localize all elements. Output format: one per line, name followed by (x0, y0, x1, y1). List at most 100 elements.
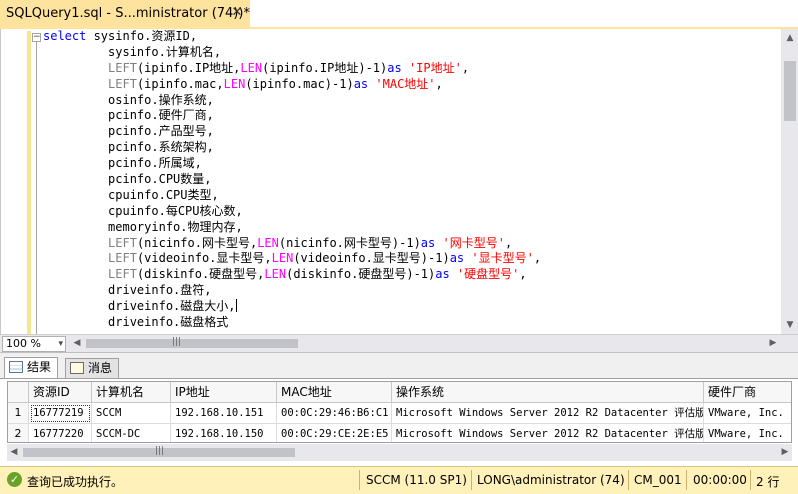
code-token: LEFT (108, 251, 137, 266)
success-check-icon: ✓ (7, 472, 22, 487)
scroll-left-icon[interactable]: ◀ (7, 444, 21, 461)
table-cell[interactable]: VMware, Inc. (704, 424, 791, 442)
table-cell[interactable]: SCCM (92, 403, 171, 424)
code-token: cpuinfo.每CPU核心数, (43, 203, 243, 218)
column-header[interactable]: 资源ID (29, 382, 92, 403)
grid-corner[interactable] (8, 382, 29, 403)
status-rows: 2 行 (756, 475, 780, 489)
code-token: as (449, 251, 472, 266)
table-row[interactable]: 1 16777219 SCCM 192.168.10.151 00:0C:29:46:B… (8, 403, 791, 424)
code-line[interactable]: pcinfo.硬件厂商, (43, 108, 779, 124)
code-token: osinfo.操作系统, (43, 92, 214, 107)
column-header[interactable]: MAC地址 (277, 382, 392, 403)
close-icon[interactable]: ✕ (229, 5, 245, 21)
status-user: LONG\administrator (74) (477, 473, 625, 487)
code-line[interactable]: LEFT(ipinfo.mac,LEN(ipinfo.mac)-1)as 'MA… (43, 77, 779, 93)
code-line[interactable]: pcinfo.系统架构, (43, 140, 779, 156)
editor-horizontal-scrollbar[interactable]: ◀ ||| ▶ (70, 335, 780, 352)
code-line[interactable]: cpuinfo.CPU类型, (43, 188, 779, 204)
table-cell[interactable]: VMware, Inc. (704, 403, 791, 424)
scroll-right-icon[interactable]: ▶ (766, 335, 780, 352)
chevron-down-icon[interactable]: ▾ (58, 337, 63, 351)
code-line[interactable]: driveinfo.磁盘大小, (43, 299, 779, 315)
code-line[interactable]: sysinfo.计算机名, (43, 45, 779, 61)
outline-line (36, 42, 37, 334)
code-token: , (504, 235, 513, 250)
code-line[interactable]: LEFT(nicinfo.网卡型号,LEN(nicinfo.网卡型号)-1)as… (43, 236, 779, 252)
code-token: cpuinfo.CPU类型, (43, 187, 219, 202)
code-token: pcinfo.CPU数量, (43, 172, 212, 187)
table-cell[interactable]: 00:0C:29:CE:2E:E5 (277, 424, 392, 442)
code-line[interactable]: pcinfo.产品型号, (43, 124, 779, 140)
tab-sqlquery1[interactable]: SQLQuery1.sql - S...ministrator (74))* ✕ (0, 0, 250, 29)
scroll-thumb[interactable]: ||| (23, 446, 295, 457)
code-token: (ipinfo.mac, (136, 76, 224, 91)
message-icon (70, 362, 84, 374)
code-token: , (519, 267, 527, 282)
tab-results[interactable]: 结果 (4, 357, 59, 379)
table-cell[interactable]: SCCM-DC (92, 424, 171, 442)
table-cell[interactable]: Microsoft Windows Server 2012 R2 Datacen… (392, 403, 704, 424)
row-number[interactable]: 1 (8, 403, 29, 424)
table-row[interactable]: 2 16777220 SCCM-DC 192.168.10.150 00:0C:29:C… (8, 424, 791, 442)
code-line[interactable]: LEFT(videoinfo.显卡型号,LEN(videoinfo.显卡型号)-… (43, 251, 779, 267)
table-cell[interactable]: 192.168.10.150 (171, 424, 277, 442)
code-token: as (353, 76, 376, 91)
code-token: as (387, 60, 409, 75)
grip-icon: ||| (155, 446, 165, 456)
scroll-thumb[interactable] (784, 61, 796, 121)
scroll-up-icon[interactable]: ▲ (781, 29, 798, 47)
code-token: LEFT (108, 76, 137, 91)
zoom-select[interactable]: 100 % ▾ (2, 336, 66, 352)
code-token: LEFT (108, 267, 137, 282)
column-header[interactable]: IP地址 (171, 382, 277, 403)
code-token: select (43, 29, 94, 43)
grid-header-row: 资源ID 计算机名 IP地址 MAC地址 操作系统 硬件厂商 (8, 382, 791, 403)
code-line[interactable]: pcinfo.所属域, (43, 156, 779, 172)
code-line[interactable]: memoryinfo.物理内存, (43, 220, 779, 236)
table-cell[interactable]: Microsoft Windows Server 2012 R2 Datacen… (392, 424, 704, 442)
table-cell[interactable]: 192.168.10.151 (171, 403, 277, 424)
code-token: as (435, 267, 457, 282)
code-line[interactable]: select sysinfo.资源ID, (43, 29, 779, 45)
status-divider (686, 470, 687, 490)
scroll-left-icon[interactable]: ◀ (70, 335, 84, 352)
code-line[interactable]: driveinfo.盘符, (43, 283, 779, 299)
table-cell[interactable]: 00:0C:29:46:B6:C1 (277, 403, 392, 424)
scroll-right-icon[interactable]: ▶ (778, 444, 792, 461)
table-cell[interactable]: 16777220 (29, 424, 92, 442)
results-pane: 资源ID 计算机名 IP地址 MAC地址 操作系统 硬件厂商 1 16777219 SCCM 19… (0, 378, 798, 464)
code-token: sysinfo.资源ID, (93, 29, 198, 43)
status-server: SCCM (11.0 SP1) (366, 473, 467, 487)
grip-icon: ||| (172, 337, 182, 347)
code-line[interactable]: pcinfo.CPU数量, (43, 172, 779, 188)
table-cell[interactable]: 16777219 (29, 403, 92, 424)
sql-code[interactable]: select sysinfo.资源ID, sysinfo.计算机名, LEFT(… (43, 29, 779, 334)
grid-horizontal-scrollbar[interactable]: ◀ ||| ▶ (7, 444, 792, 461)
code-line[interactable]: cpuinfo.每CPU核心数, (43, 204, 779, 220)
code-line[interactable]: osinfo.操作系统, (43, 93, 779, 109)
zoom-value: 100 % (6, 337, 41, 350)
scroll-down-icon[interactable]: ▼ (781, 316, 798, 334)
code-token: LEFT (108, 235, 137, 250)
tab-messages[interactable]: 消息 (65, 358, 120, 379)
column-header[interactable]: 硬件厂商 (704, 382, 791, 403)
code-token: LEN (264, 267, 287, 282)
collapse-icon[interactable]: − (32, 33, 41, 42)
code-token: 'IP地址' (408, 60, 462, 75)
code-line[interactable]: LEFT(ipinfo.IP地址,LEN(ipinfo.IP地址)-1)as '… (43, 61, 779, 77)
results-grid[interactable]: 资源ID 计算机名 IP地址 MAC地址 操作系统 硬件厂商 1 16777219 SCCM 19… (7, 381, 792, 443)
scroll-thumb[interactable]: ||| (86, 337, 298, 348)
code-token: (videoinfo.显卡型号, (136, 251, 272, 266)
editor-vertical-scrollbar[interactable]: ▲ ▼ (781, 29, 798, 334)
column-header[interactable]: 操作系统 (392, 382, 704, 403)
code-line[interactable]: LEFT(diskinfo.硬盘型号,LEN(diskinfo.硬盘型号)-1)… (43, 267, 779, 283)
column-header[interactable]: 计算机名 (92, 382, 171, 403)
row-number[interactable]: 2 (8, 424, 29, 442)
query-editor[interactable]: − select sysinfo.资源ID, sysinfo.计算机名, LEF… (0, 29, 798, 334)
tab-strip-background (250, 0, 798, 28)
code-token: , (533, 251, 542, 266)
document-tab-strip: SQLQuery1.sql - S...ministrator (74))* ✕ (0, 0, 798, 29)
code-line[interactable]: driveinfo.磁盘格式 (43, 315, 779, 331)
